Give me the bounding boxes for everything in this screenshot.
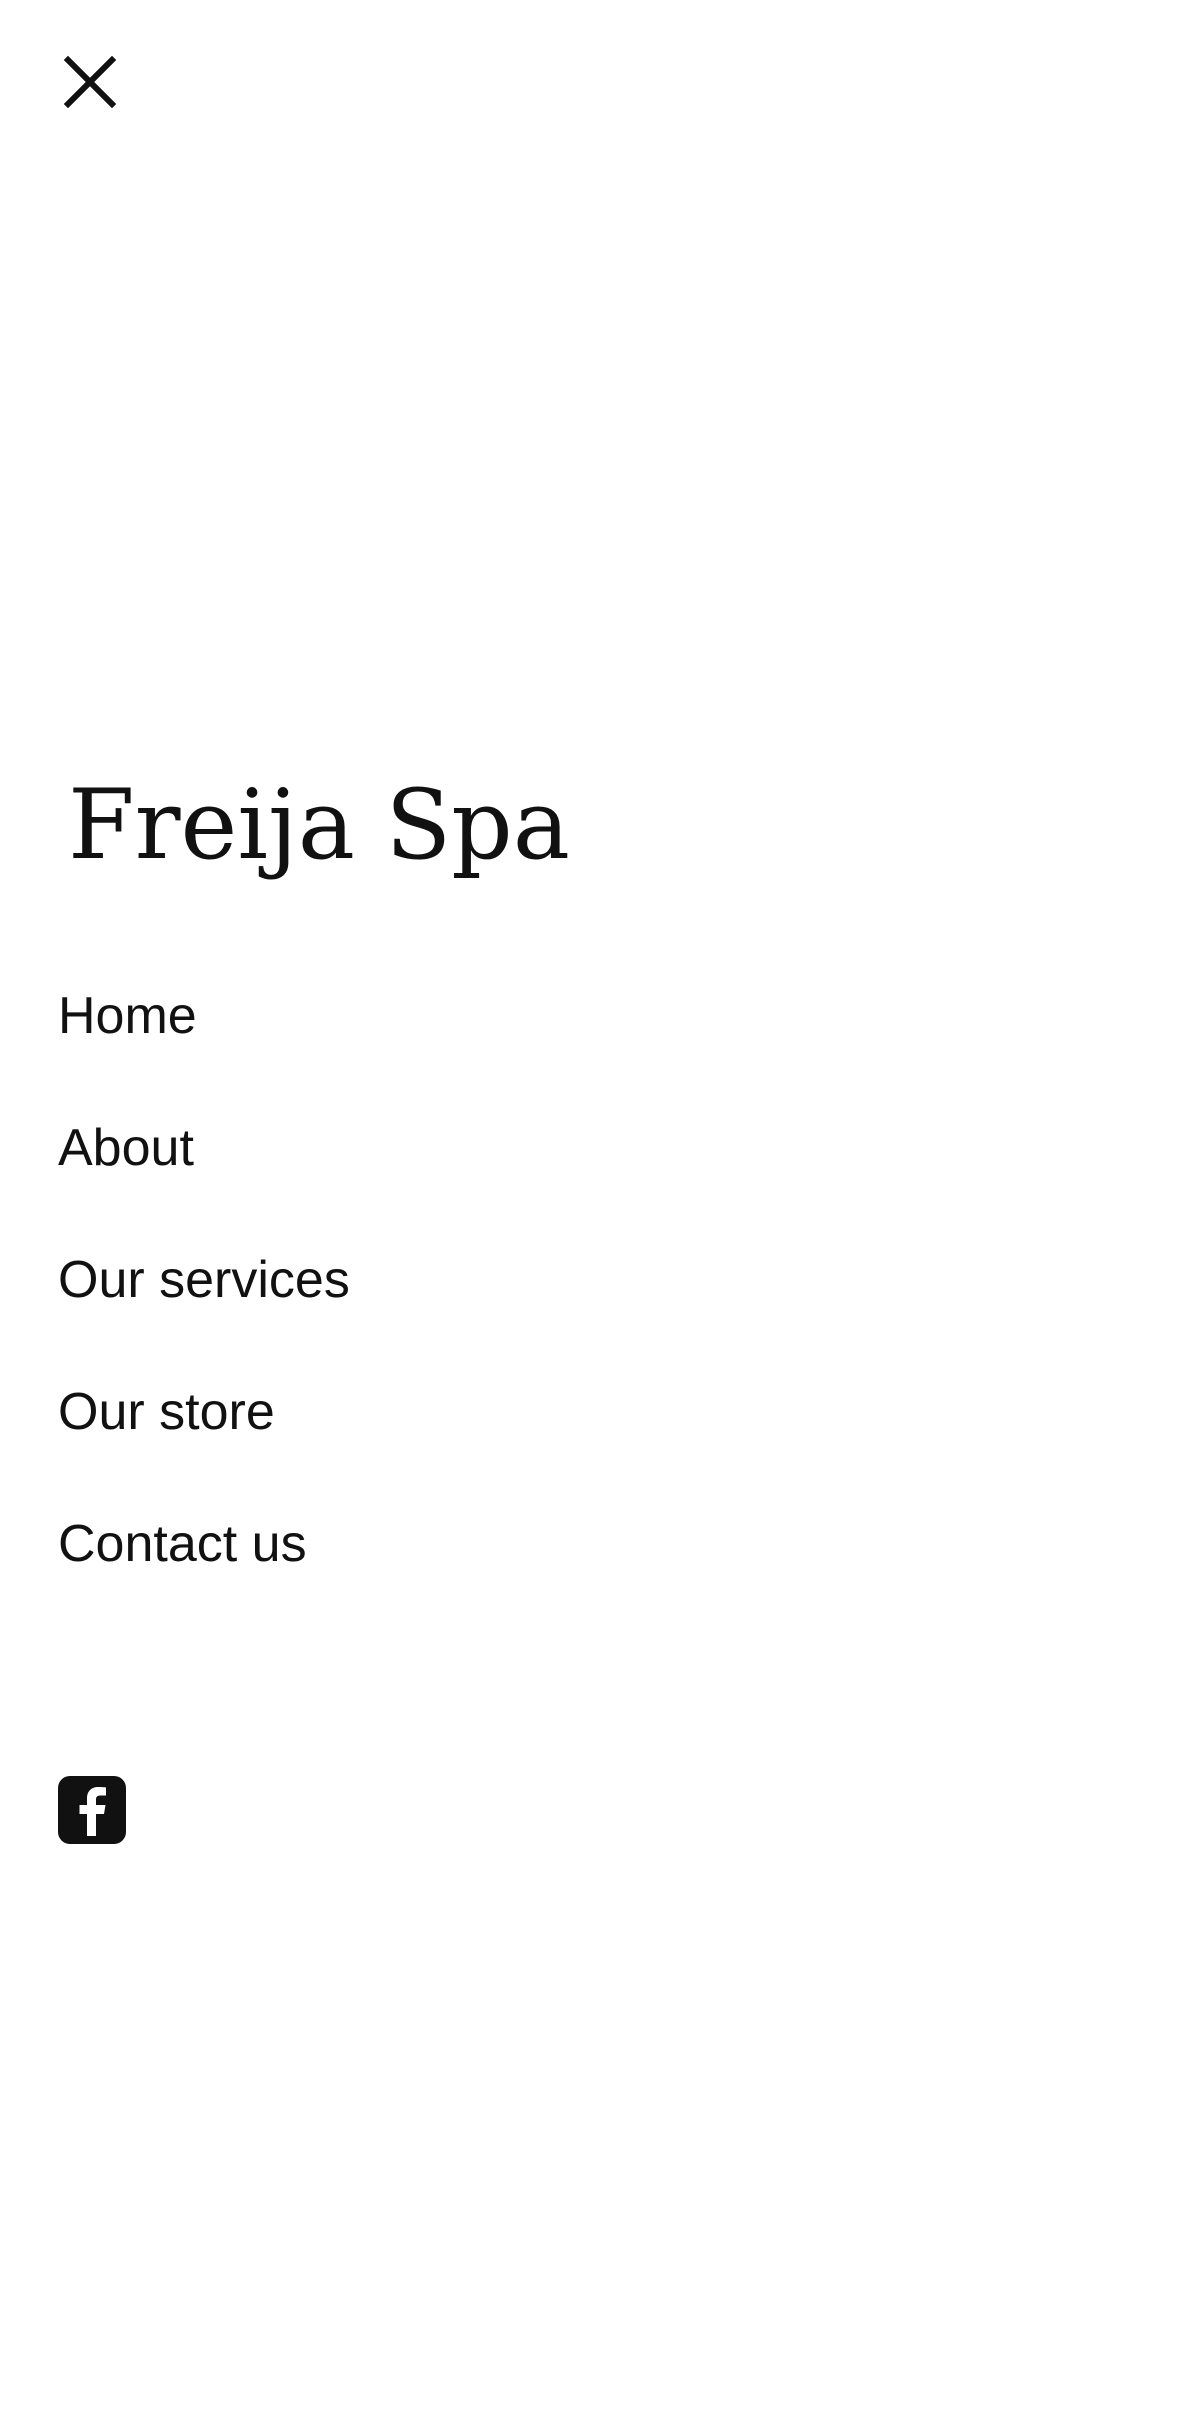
main-navigation: Home About Our services Our store Contac… <box>58 985 350 1645</box>
nav-link-our-store[interactable]: Our store <box>58 1381 275 1443</box>
nav-item-home: Home <box>58 985 350 1117</box>
nav-link-our-services[interactable]: Our services <box>58 1249 350 1311</box>
nav-link-contact-us[interactable]: Contact us <box>58 1513 307 1575</box>
facebook-link[interactable] <box>58 1776 126 1844</box>
nav-link-home[interactable]: Home <box>58 985 197 1047</box>
close-menu-button[interactable] <box>58 50 122 114</box>
nav-item-contact-us: Contact us <box>58 1513 350 1645</box>
close-icon <box>63 55 117 109</box>
facebook-icon <box>58 1776 126 1844</box>
nav-link-about[interactable]: About <box>58 1117 194 1179</box>
site-title[interactable]: Freija Spa <box>68 770 570 880</box>
nav-item-our-store: Our store <box>58 1381 350 1513</box>
nav-item-about: About <box>58 1117 350 1249</box>
nav-item-our-services: Our services <box>58 1249 350 1381</box>
